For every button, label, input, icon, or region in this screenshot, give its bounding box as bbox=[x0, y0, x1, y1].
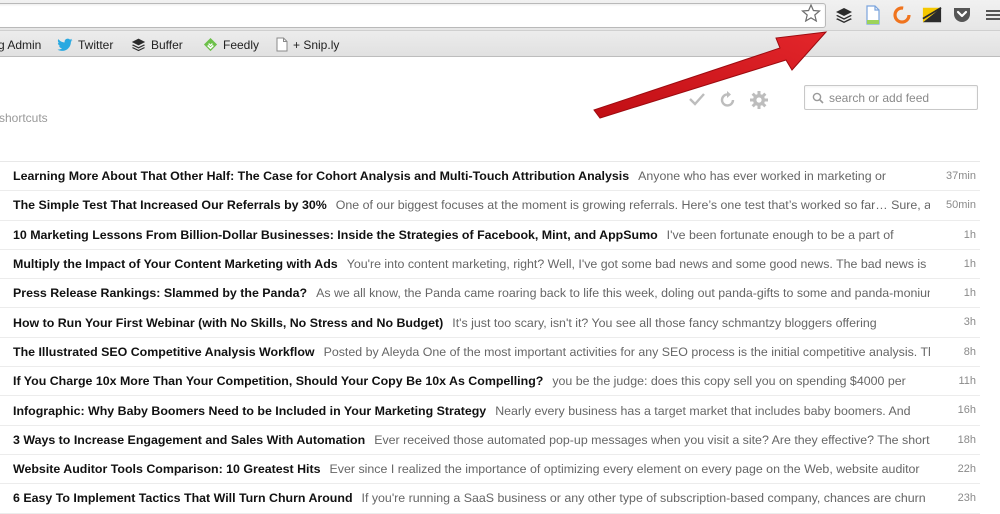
article-age: 8h bbox=[963, 345, 976, 358]
article-row[interactable]: Multiply the Impact of Your Content Mark… bbox=[0, 250, 980, 280]
gear-icon[interactable] bbox=[749, 90, 769, 110]
article-age: 18h bbox=[957, 433, 976, 446]
article-title: 6 Easy To Implement Tactics That Will Tu… bbox=[13, 491, 353, 506]
article-row[interactable]: Press Release Rankings: Slammed by the P… bbox=[0, 279, 980, 309]
article-age: 3h bbox=[963, 316, 976, 329]
bookmark-admin[interactable]: g Admin bbox=[0, 36, 41, 53]
check-icon[interactable] bbox=[687, 90, 707, 110]
browser-toolbar bbox=[0, 0, 1000, 31]
article-age: 11h bbox=[958, 375, 976, 388]
pocket-extension-icon[interactable] bbox=[952, 5, 972, 25]
bookmark-label: g Admin bbox=[0, 37, 42, 52]
bookmarks-bar: g Admin Twitter Buffer Feedly + Snip.ly bbox=[0, 31, 1000, 57]
feedly-main: shortcuts Learning More About That Other… bbox=[0, 58, 1000, 514]
twitter-icon bbox=[57, 38, 73, 51]
article-age: 23h bbox=[957, 492, 976, 505]
article-age: 37min bbox=[946, 170, 976, 182]
shortcuts-link[interactable]: shortcuts bbox=[0, 111, 48, 125]
article-age: 50min bbox=[946, 199, 976, 212]
bookmark-label: Twitter bbox=[78, 37, 114, 52]
article-title: 3 Ways to Increase Engagement and Sales … bbox=[13, 432, 366, 447]
bookmark-twitter[interactable]: Twitter bbox=[57, 36, 113, 53]
article-title: The Illustrated SEO Competitive Analysis… bbox=[13, 344, 315, 359]
article-age: 1h bbox=[963, 228, 976, 241]
article-row[interactable]: The Simple Test That Increased Our Refer… bbox=[0, 191, 980, 221]
menu-icon[interactable] bbox=[983, 5, 1000, 25]
article-snippet: Posted by Aleyda One of the most importa… bbox=[323, 344, 930, 359]
buffer-extension-icon[interactable] bbox=[834, 5, 854, 25]
article-title: Infographic: Why Baby Boomers Need to be… bbox=[13, 403, 487, 418]
article-title: If You Charge 10x More Than Your Competi… bbox=[13, 374, 544, 389]
bookmark-label: Feedly bbox=[223, 37, 260, 52]
bookmark-sniply[interactable]: + Snip.ly bbox=[276, 36, 339, 53]
article-row[interactable]: 3 Ways to Increase Engagement and Sales … bbox=[0, 426, 980, 455]
buffer-icon bbox=[131, 38, 146, 52]
article-row[interactable]: 10 Marketing Lessons From Billion-Dollar… bbox=[0, 221, 980, 250]
article-title: How to Run Your First Webinar (with No S… bbox=[13, 315, 444, 330]
page-icon bbox=[276, 37, 288, 52]
article-snippet: As we all know, the Panda came roaring b… bbox=[316, 286, 930, 301]
refresh-icon[interactable] bbox=[718, 90, 738, 110]
bookmark-label: + Snip.ly bbox=[293, 37, 340, 52]
article-age: 1h bbox=[963, 257, 976, 270]
bookmark-label: Buffer bbox=[151, 37, 183, 52]
article-row[interactable]: How to Run Your First Webinar (with No S… bbox=[0, 308, 980, 338]
article-title: Learning More About That Other Half: The… bbox=[13, 169, 630, 184]
article-title: 10 Marketing Lessons From Billion-Dollar… bbox=[13, 227, 658, 242]
bookmark-star-icon[interactable] bbox=[801, 3, 821, 23]
article-row[interactable]: Website Auditor Tools Comparison: 10 Gre… bbox=[0, 455, 980, 485]
article-snippet: Ever received those automated pop-up mes… bbox=[374, 432, 930, 447]
feedly-icon bbox=[203, 37, 218, 52]
search-input[interactable] bbox=[829, 88, 974, 107]
article-title: Press Release Rankings: Slammed by the P… bbox=[13, 286, 308, 301]
ring-extension-icon[interactable] bbox=[892, 5, 912, 25]
page-extension-icon[interactable] bbox=[863, 5, 883, 25]
article-snippet: If you're running a SaaS business or any… bbox=[361, 491, 926, 506]
search-box[interactable] bbox=[804, 85, 978, 110]
feedly-extension-icon[interactable] bbox=[922, 5, 942, 25]
article-age: 22h bbox=[957, 462, 976, 475]
article-title: The Simple Test That Increased Our Refer… bbox=[13, 198, 327, 213]
article-snippet: Ever since I realized the importance of … bbox=[329, 462, 920, 477]
article-title: Website Auditor Tools Comparison: 10 Gre… bbox=[13, 462, 321, 477]
article-snippet: One of our biggest focuses at the moment… bbox=[335, 198, 930, 213]
article-row[interactable]: If You Charge 10x More Than Your Competi… bbox=[0, 367, 980, 397]
article-row[interactable]: Infographic: Why Baby Boomers Need to be… bbox=[0, 396, 980, 426]
address-bar[interactable] bbox=[0, 3, 826, 28]
article-snippet: It's just too scary, isn't it? You see a… bbox=[452, 315, 877, 330]
article-title: Multiply the Impact of Your Content Mark… bbox=[13, 257, 338, 272]
article-row[interactable]: Learning More About That Other Half: The… bbox=[0, 162, 980, 192]
article-age: 16h bbox=[957, 404, 976, 417]
article-snippet: You're into content marketing, right? We… bbox=[346, 257, 927, 272]
bookmark-feedly[interactable]: Feedly bbox=[203, 36, 259, 53]
article-snippet: you be the judge: does this copy sell yo… bbox=[552, 374, 906, 389]
article-snippet: I've been fortunate enough to be a part … bbox=[666, 227, 894, 242]
article-list: Learning More About That Other Half: The… bbox=[0, 161, 980, 514]
bookmark-buffer[interactable]: Buffer bbox=[131, 36, 183, 53]
article-snippet: Anyone who has ever worked in marketing … bbox=[638, 169, 887, 184]
article-row[interactable]: 6 Easy To Implement Tactics That Will Tu… bbox=[0, 484, 980, 514]
search-icon bbox=[812, 92, 824, 104]
article-row[interactable]: The Illustrated SEO Competitive Analysis… bbox=[0, 338, 980, 368]
article-snippet: Nearly every business has a target marke… bbox=[495, 403, 911, 418]
article-age: 1h bbox=[963, 287, 976, 300]
